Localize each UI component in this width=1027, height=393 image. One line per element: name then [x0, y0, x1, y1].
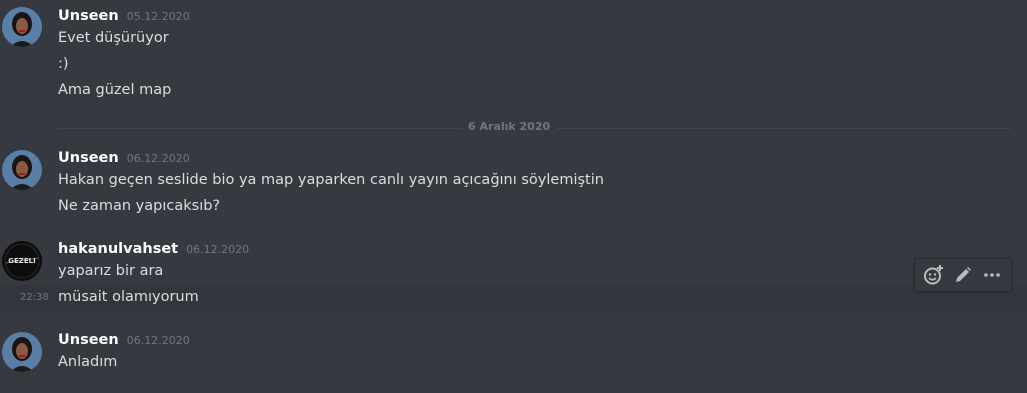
message-text: Ne zaman yapıcaksıb? [58, 198, 221, 214]
avatar[interactable] [2, 332, 42, 372]
message-text: Ama güzel map [58, 82, 172, 98]
chat-messages: Unseen 05.12.2020 Evet düşürüyor :) Ama … [0, 0, 1027, 393]
message-text: Anladım [58, 354, 118, 370]
date-divider-label: 6 Aralık 2020 [462, 120, 557, 133]
timestamp: 05.12.2020 [126, 10, 190, 23]
avatar[interactable]: GEZELI [2, 241, 42, 281]
more-icon [984, 273, 1001, 277]
username[interactable]: Unseen [58, 150, 119, 166]
message-text: yaparız bir ara [58, 263, 164, 279]
timestamp: 06.12.2020 [126, 152, 190, 165]
avatar[interactable] [2, 7, 42, 47]
message-text: Evet düşürüyor [58, 30, 169, 46]
add-reaction-button[interactable] [920, 261, 948, 289]
avatar-logo-text: GEZELI [8, 257, 35, 265]
add-reaction-icon [923, 265, 943, 285]
message-text: :) [58, 56, 69, 72]
username[interactable]: Unseen [58, 8, 119, 24]
edit-message-button[interactable] [949, 261, 977, 289]
message-toolbar [914, 258, 1012, 292]
more-options-button[interactable] [978, 261, 1006, 289]
avatar[interactable] [2, 150, 42, 190]
message-text: Hakan geçen seslide bio ya map yaparken … [58, 172, 604, 188]
timestamp: 06.12.2020 [186, 243, 250, 256]
hover-timestamp: 22:38 [20, 292, 49, 303]
edit-icon [955, 267, 971, 282]
username[interactable]: Unseen [58, 332, 119, 348]
message-text: müsait olamıyorum [58, 289, 199, 305]
timestamp: 06.12.2020 [126, 334, 190, 347]
username[interactable]: hakanulvahset [58, 241, 178, 257]
